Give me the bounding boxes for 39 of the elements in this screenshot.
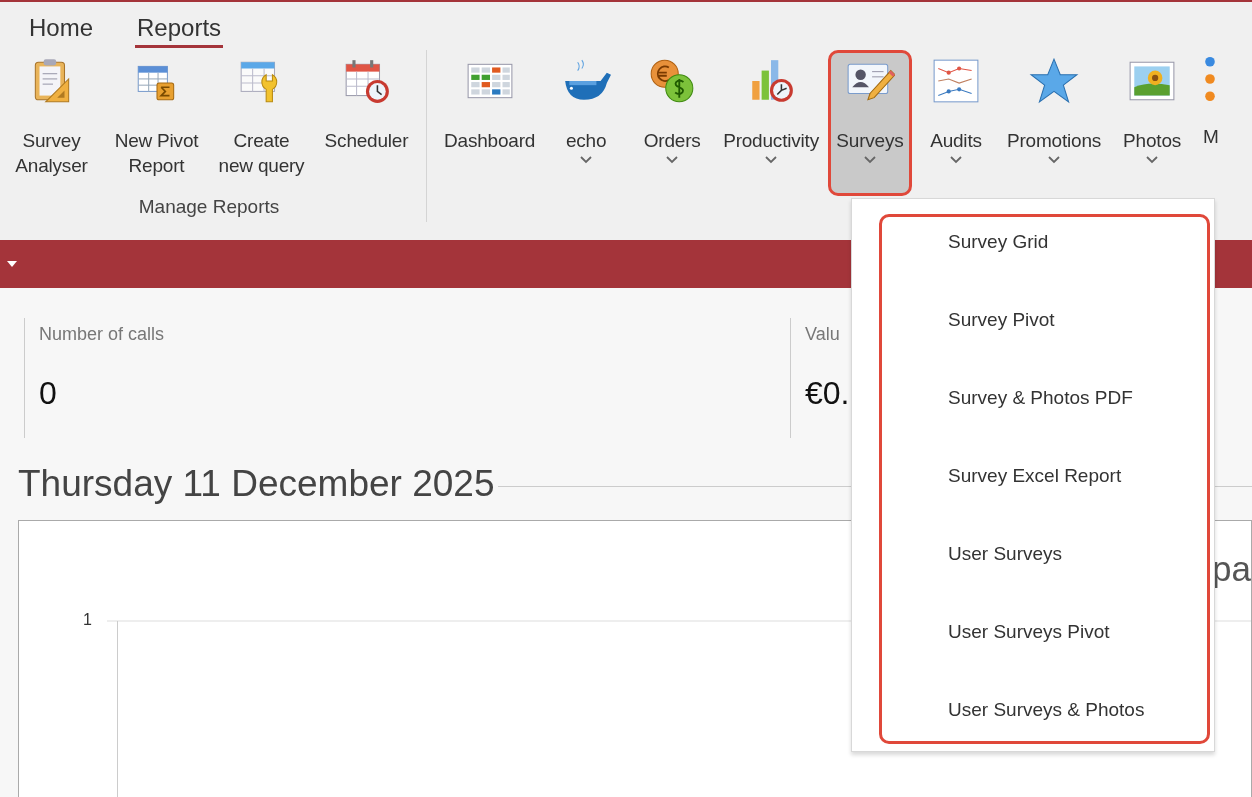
menu-item[interactable]: User Surveys	[884, 529, 1205, 579]
ribbon-tab[interactable]: Reports	[135, 14, 224, 48]
ribbon-button[interactable]: Surveys	[827, 50, 912, 196]
ribbon-button[interactable]: Photos	[1110, 50, 1195, 196]
kpi-label: Number of calls	[39, 324, 165, 345]
menu-item[interactable]: Survey Excel Report	[884, 451, 1205, 501]
star-icon	[1029, 56, 1079, 106]
ribbon-button[interactable]: Dashboard	[437, 50, 543, 196]
axis-tick-label: 1	[83, 611, 92, 629]
chevron-down-icon	[665, 155, 680, 164]
group-label: Manage Reports	[138, 196, 280, 219]
kpi-value: €0.	[805, 375, 850, 412]
ribbon-button[interactable]: Scheduler	[315, 50, 418, 196]
chevron-down-icon	[764, 155, 779, 164]
chevron-down-icon	[948, 155, 963, 164]
ribbon-button[interactable]: Orders	[630, 50, 715, 196]
menu-item[interactable]: Survey & Photos PDF	[884, 373, 1205, 423]
ribbon-button[interactable]: echo	[544, 50, 629, 196]
ribbon-button[interactable]: M	[1196, 50, 1226, 196]
ribbon-tab[interactable]: Home	[27, 14, 96, 48]
date-heading: Thursday 11 December 2025	[18, 463, 495, 505]
menu-item[interactable]: User Surveys Pivot	[884, 607, 1205, 657]
chevron-down-icon	[1047, 155, 1061, 164]
ribbon-button[interactable]: Survey Analyser	[0, 50, 103, 196]
chevron-down-icon	[1145, 155, 1160, 164]
menu-item[interactable]: User Surveys & Photos	[884, 685, 1205, 735]
ribbon-button[interactable]: Create new query	[210, 50, 313, 196]
kpi-label: Valu	[805, 324, 840, 345]
dots-icon	[1203, 56, 1218, 102]
menu-item[interactable]: Survey Pivot	[884, 295, 1205, 345]
ribbon-button[interactable]: Productivity	[716, 50, 826, 196]
menu-item[interactable]: Survey Grid	[884, 217, 1205, 267]
chevron-down-icon	[862, 155, 877, 164]
kpi-value: 0	[39, 375, 57, 412]
ribbon-button[interactable]: Audits	[913, 50, 998, 196]
caret-down-icon[interactable]	[7, 261, 17, 267]
ribbon-button[interactable]: New Pivot Report	[105, 50, 208, 196]
chevron-down-icon	[579, 155, 594, 164]
ribbon-button[interactable]: Promotions	[999, 50, 1109, 196]
